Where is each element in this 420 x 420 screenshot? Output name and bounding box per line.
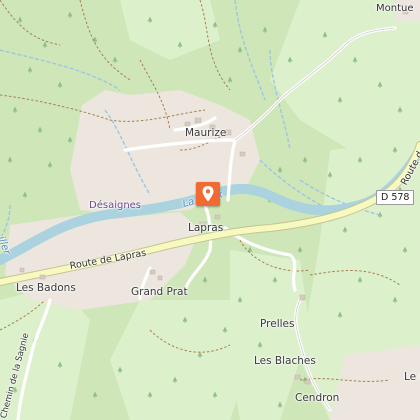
place-label-le-c: Le C xyxy=(404,371,420,383)
place-label-cendron: Cendron xyxy=(295,392,340,404)
map-view[interactable]: Montue Maurize Désaignes La Doux iller L… xyxy=(0,0,420,420)
location-pin-icon[interactable] xyxy=(196,182,220,206)
place-label-prelles: Prelles xyxy=(260,318,295,330)
place-label-les-badons: Les Badons xyxy=(16,282,76,294)
location-pin-glyph xyxy=(202,186,214,202)
place-label-les-blaches: Les Blaches xyxy=(254,355,316,367)
place-label-grand-prat: Grand Prat xyxy=(131,286,188,298)
road-shield-d578: D 578 xyxy=(376,190,415,205)
place-label-maurize: Maurize xyxy=(185,127,227,139)
place-label-montue: Montue xyxy=(376,3,414,14)
map-canvas xyxy=(0,0,420,420)
place-label-lapras: Lapras xyxy=(188,222,224,234)
place-label-desaignes: Désaignes xyxy=(89,200,142,211)
